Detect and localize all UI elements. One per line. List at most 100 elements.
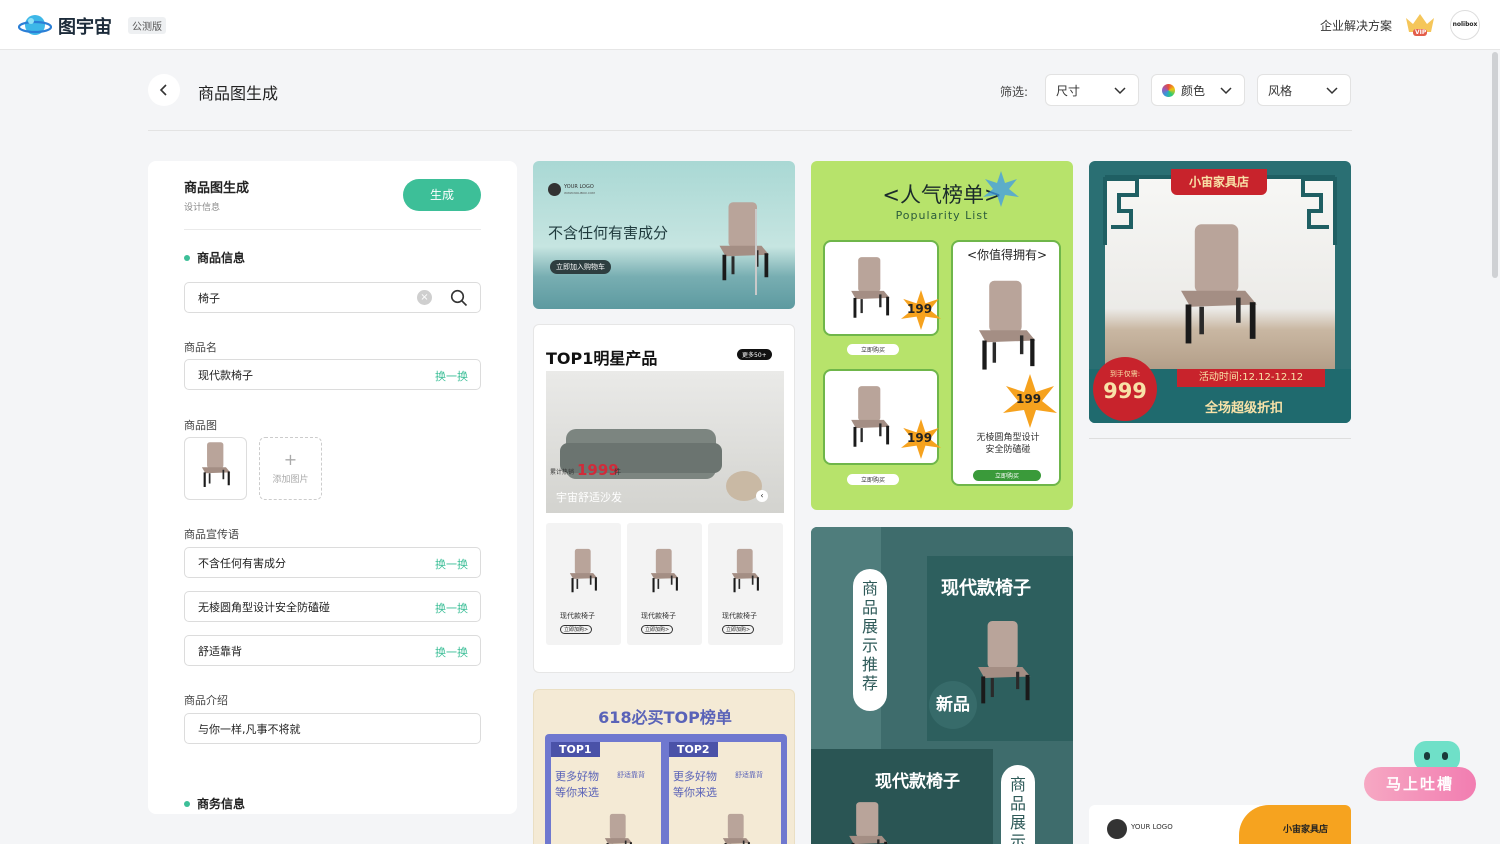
enterprise-solutions-link[interactable]: 企业解决方案 — [1320, 17, 1392, 34]
page-scrollbar[interactable] — [1492, 52, 1498, 278]
product-name-value: 现代款椅子 — [198, 368, 253, 382]
price-label: 到手仅需: — [1109, 370, 1141, 378]
chair-image — [851, 257, 890, 318]
chair-image — [722, 813, 751, 844]
buy-button: 立即购买 — [847, 474, 900, 485]
chevron-left-icon[interactable]: ‹ — [756, 490, 768, 502]
style-filter-value: 风格 — [1268, 83, 1293, 98]
shop-name: 小宙家具店 — [1283, 825, 1329, 835]
rank-badge: TOP2 — [669, 742, 718, 757]
chair-image — [719, 202, 769, 281]
vertical-label-pill: 商品展示 — [1001, 765, 1035, 844]
template-card-top1[interactable]: TOP1明星产品 更多50+ 累计热销 1999 件 宇宙舒适沙发 ‹ 现代款椅… — [533, 324, 795, 673]
buy-button: 立即购买 — [973, 470, 1041, 481]
vertical-label-pill: 商品展示推荐 — [853, 569, 887, 711]
user-avatar[interactable]: nolibox — [1450, 10, 1480, 40]
product-search-input[interactable]: 椅子 × — [184, 282, 481, 313]
logo-text: YOUR LOGO — [564, 184, 594, 190]
template-card-furniture-shop[interactable]: 小宙家具店 活动时间:12.12-12.12 到手仅需: 999 全场超级折扣 — [1089, 161, 1351, 423]
robot-eye — [1442, 752, 1448, 760]
rank-tag: 舒适靠背 — [617, 771, 645, 779]
tile-cta: 立即加购> — [560, 625, 593, 634]
slogan-label: 商品宣传语 — [184, 528, 239, 541]
product-tile[interactable]: 现代款椅子 立即加购> — [546, 523, 621, 645]
add-image-label: 添加图片 — [272, 475, 309, 485]
intro-label: 商品介绍 — [184, 694, 228, 707]
price-tag: 199 — [1016, 392, 1042, 406]
style-filter-select[interactable]: 风格 — [1257, 74, 1351, 106]
template-card-logo-banner[interactable]: YOUR LOGO 小宙家具店 — [1089, 805, 1351, 844]
template-card-harmless[interactable]: YOUR LOGO WWW.NOLIBOX.COM 不含任何有害成分 立即加入购… — [533, 161, 795, 309]
chair-image — [978, 621, 1031, 704]
feedback-button[interactable]: 马上吐槽 — [1364, 767, 1476, 801]
generate-button[interactable]: 生成 — [403, 179, 481, 211]
chair-image — [1181, 224, 1257, 344]
size-filter-select[interactable]: 尺寸 — [1045, 74, 1139, 106]
vertical-label: 商品展示推荐 — [862, 579, 879, 693]
swap-slogan-button[interactable]: 换一换 — [435, 644, 468, 660]
product-name-input[interactable]: 现代款椅子 换一换 — [184, 359, 481, 390]
tile-name: 现代款椅子 — [560, 612, 595, 620]
planet-logo-icon[interactable] — [18, 12, 52, 38]
add-to-cart-tag: 立即加入购物车 — [550, 260, 611, 274]
card-title: TOP1明星产品 — [546, 349, 658, 368]
size-filter-value: 尺寸 — [1056, 83, 1081, 98]
chair-image — [201, 442, 231, 487]
chevron-down-icon — [1220, 87, 1232, 95]
slogan-input-3[interactable]: 舒适靠背 换一换 — [184, 635, 481, 666]
chevron-down-icon — [1114, 87, 1126, 95]
color-filter-select[interactable]: 颜色 — [1151, 74, 1245, 106]
back-button[interactable] — [148, 74, 180, 106]
rank-tag: 舒适靠背 — [735, 771, 763, 779]
sold-unit: 件 — [614, 468, 621, 476]
top-bar: 图宇宙 公测版 企业解决方案 VIP nolibox — [0, 0, 1500, 50]
vip-crown-icon[interactable]: VIP — [1404, 12, 1436, 38]
showcase-title: 现代款椅子 — [875, 772, 960, 792]
slogan-value: 不含任何有害成分 — [198, 556, 286, 570]
swap-slogan-button[interactable]: 换一换 — [435, 556, 468, 572]
showcase-title: 现代款椅子 — [941, 578, 1031, 599]
sold-label: 累计热销 — [550, 469, 575, 476]
slogan-input-2[interactable]: 无棱圆角型设计安全防磕碰 换一换 — [184, 591, 481, 622]
swap-name-button[interactable]: 换一换 — [435, 368, 468, 384]
sofa-name: 宇宙舒适沙发 — [556, 491, 622, 504]
chair-image — [849, 802, 888, 844]
slogan-value: 无棱圆角型设计安全防磕碰 — [198, 600, 330, 614]
price-circle: 到手仅需: 999 — [1093, 357, 1157, 421]
rank-line: 等你来选 — [673, 786, 717, 799]
clear-icon[interactable]: × — [417, 290, 432, 305]
brand-name[interactable]: 图宇宙 — [58, 13, 112, 39]
vip-label: VIP — [1415, 29, 1427, 36]
card-divider — [1089, 438, 1351, 439]
product-image-thumbnail[interactable] — [184, 437, 247, 500]
card-title: 618必买TOP榜单 — [598, 708, 732, 727]
slogan-input-1[interactable]: 不含任何有害成分 换一换 — [184, 547, 481, 578]
rank-panel-1: TOP1 更多好物 等你来选 舒适靠背 — [551, 742, 661, 844]
template-card-popularity[interactable]: <人气榜单> Popularity List 199 立即购买 199 立即购买… — [811, 161, 1073, 510]
section-product-info: 商品信息 — [184, 249, 245, 266]
color-filter-value: 颜色 — [1181, 83, 1206, 98]
product-image-label: 商品图 — [184, 419, 217, 432]
chair-image — [731, 548, 760, 593]
swap-slogan-button[interactable]: 换一换 — [435, 600, 468, 616]
sold-count: 1999 — [577, 461, 619, 479]
rank-line: 更多好物 — [673, 770, 717, 783]
template-card-showcase[interactable]: 商品展示推荐 现代款椅子 新品 现代款椅子 商品展示 — [811, 527, 1073, 844]
search-icon[interactable] — [450, 289, 468, 307]
page-title: 商品图生成 — [198, 84, 279, 103]
popular-item: 199 — [823, 240, 941, 336]
slogan-value: 舒适靠背 — [198, 644, 242, 658]
filter-label: 筛选: — [1000, 85, 1029, 99]
featured-desc: 无棱圆角型设计安全防磕碰 — [976, 433, 1040, 455]
chair-image — [604, 813, 633, 844]
rank-line: 更多好物 — [555, 770, 599, 783]
intro-input[interactable]: 与你一样,凡事不将就 — [184, 713, 481, 744]
template-card-618[interactable]: 618必买TOP榜单 TOP1 更多好物 等你来选 舒适靠背 TOP2 更多好物… — [533, 689, 795, 844]
feedback-widget[interactable]: 马上吐槽 — [1364, 741, 1476, 801]
buy-button: 立即购买 — [847, 344, 900, 355]
product-tile[interactable]: 现代款椅子 立即加购> — [627, 523, 702, 645]
product-tile[interactable]: 现代款椅子 立即加购> — [708, 523, 783, 645]
worth-title: <你值得拥有> — [966, 248, 1048, 262]
vertical-label: 商品展示 — [1010, 775, 1027, 844]
add-image-button[interactable]: + 添加图片 — [259, 437, 322, 500]
